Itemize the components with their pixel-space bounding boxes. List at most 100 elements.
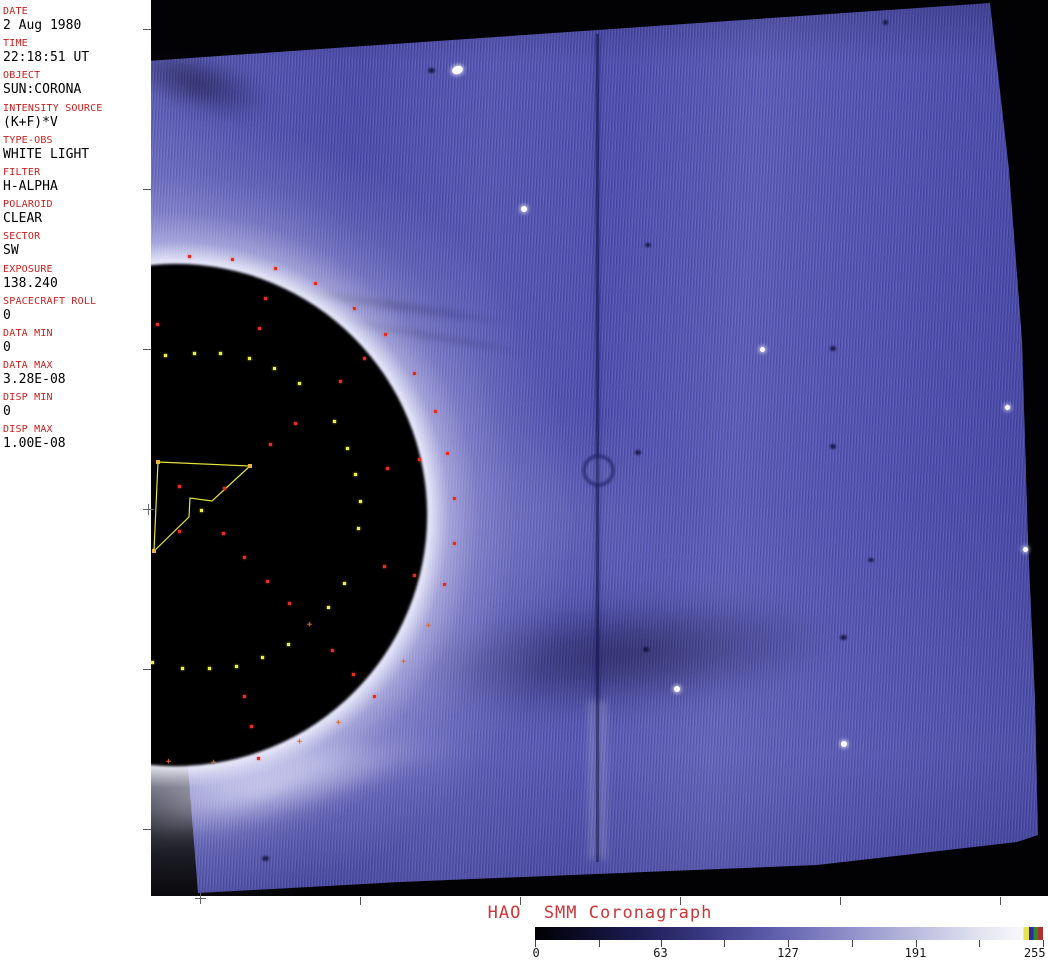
dust-speck (635, 450, 641, 455)
field-label: POLAROID (3, 199, 53, 211)
red-fiducial-dot (446, 452, 449, 455)
red-fiducial-dot (178, 530, 181, 533)
red-fiducial-dot (339, 380, 342, 383)
sector-outline-overlay (152, 460, 252, 553)
metadata-field: EXPOSURE 138.240 (3, 263, 103, 295)
red-fiducial-dot (266, 580, 269, 583)
image-title: HAO SMM Coronagraph (487, 903, 713, 923)
bottom-ruler-tick (360, 897, 361, 905)
metadata-field: TYPE-OBS WHITE LIGHT (3, 134, 103, 166)
colorbar-minor-tick (724, 940, 726, 947)
yellow-fiducial-dot (354, 473, 357, 476)
red-fiducial-dot (363, 357, 366, 360)
red-fiducial-dot (222, 532, 225, 535)
colorbar-tick-label: 0 (532, 946, 540, 960)
field-value: H-ALPHA (3, 178, 58, 194)
bright-star-speck (1023, 547, 1028, 552)
metadata-field: POLAROID CLEAR (3, 198, 103, 230)
colorbar-minor-tick (851, 940, 853, 947)
red-fiducial-dot (257, 757, 260, 760)
left-ruler-tick (143, 669, 151, 670)
metadata-field: FILTER H-ALPHA (3, 166, 103, 198)
red-fiducial-dot (383, 565, 386, 568)
red-fiducial-dot (243, 556, 246, 559)
field-value: SUN:CORONA (3, 82, 82, 98)
bottom-ruler-tick (520, 897, 521, 905)
colorbar-tick-label: 255 (1023, 946, 1046, 960)
colorbar-tick-label: 191 (904, 946, 927, 960)
yellow-fiducial-dot (357, 527, 360, 530)
field-label: DISP MAX (3, 424, 53, 436)
field-value: 0 (3, 307, 11, 323)
yellow-fiducial-dot (327, 606, 330, 609)
left-ruler-tick (143, 29, 151, 30)
sun-center-cross-left (143, 504, 154, 515)
field-label: EXPOSURE (3, 263, 53, 275)
bottom-ruler-tick (1000, 897, 1001, 905)
red-fiducial-dot (231, 258, 234, 261)
yellow-fiducial-dot (273, 367, 276, 370)
metadata-field: INTENSITY SOURCE (K+F)*V (3, 102, 103, 134)
red-fiducial-dot (413, 574, 416, 577)
left-ruler-tick (143, 349, 151, 350)
yellow-fiducial-dot (261, 656, 264, 659)
bright-star-speck (760, 347, 765, 352)
field-label: SECTOR (3, 231, 41, 243)
field-value: 1.00E-08 (3, 436, 66, 452)
red-fiducial-dot (453, 497, 456, 500)
metadata-field: DATA MAX 3.28E-08 (3, 359, 103, 391)
yellow-fiducial-dot (181, 667, 184, 670)
field-label: DATA MAX (3, 360, 53, 372)
field-value: (K+F)*V (3, 114, 58, 130)
red-cross-mark: + (425, 621, 432, 631)
field-value: SW (3, 243, 19, 259)
red-fiducial-dot (250, 725, 253, 728)
field-value: 3.28E-08 (3, 372, 66, 388)
yellow-fiducial-dot (164, 354, 167, 357)
colorbar-minor-tick (979, 940, 981, 947)
field-value: 138.240 (3, 275, 58, 291)
field-label: INTENSITY SOURCE (3, 102, 103, 114)
polygon-vertex-marker (156, 460, 160, 464)
metadata-field: DATA MIN 0 (3, 327, 103, 359)
metadata-field: OBJECT SUN:CORONA (3, 69, 103, 101)
polygon-vertex-marker (248, 464, 252, 468)
red-fiducial-dot (223, 487, 226, 490)
metadata-field: DISP MAX 1.00E-08 (3, 423, 103, 455)
smm-coronagraph-viewer: DATE 2 Aug 1980 TIME 22:18:51 UT OBJECT SUN:C… (0, 0, 1048, 960)
red-fiducial-dot (331, 649, 334, 652)
field-label: DATE (3, 6, 28, 17)
sun-center-cross-bottom (195, 893, 206, 904)
red-fiducial-dot (443, 583, 446, 586)
sector-polygon (153, 461, 252, 553)
bright-star-speck (1005, 405, 1010, 410)
red-fiducial-dot (258, 327, 261, 330)
red-cross-mark: + (306, 620, 313, 630)
field-value: 0 (3, 404, 11, 420)
polygon-vertex-marker (152, 549, 156, 553)
red-fiducial-dot (294, 422, 297, 425)
field-label: DATA MIN (3, 327, 53, 339)
yellow-fiducial-dot (200, 509, 203, 512)
red-cross-mark: + (296, 737, 303, 747)
red-cross-mark: + (400, 657, 407, 667)
field-label: TIME (3, 38, 28, 50)
bright-star-speck (521, 206, 527, 212)
dust-speck (830, 346, 836, 351)
field-label: OBJECT (3, 70, 41, 82)
red-fiducial-dot (178, 485, 181, 488)
metadata-field: DATE 2 Aug 1980 (3, 5, 103, 37)
yellow-fiducial-dot (219, 352, 222, 355)
bottom-ruler-tick (840, 897, 841, 905)
metadata-panel: DATE 2 Aug 1980 TIME 22:18:51 UT OBJECT SUN:C… (3, 5, 103, 456)
dust-speck (262, 856, 269, 861)
yellow-fiducial-dot (235, 665, 238, 668)
dust-speck (840, 635, 847, 640)
field-label: SPACECRAFT ROLL (3, 295, 97, 307)
colorbar-tick-label: 127 (777, 946, 799, 960)
red-fiducial-dot (418, 458, 421, 461)
yellow-fiducial-dot (208, 667, 211, 670)
yellow-fiducial-dot (359, 500, 362, 503)
dust-speck (428, 68, 435, 73)
yellow-fiducial-dot (346, 447, 349, 450)
